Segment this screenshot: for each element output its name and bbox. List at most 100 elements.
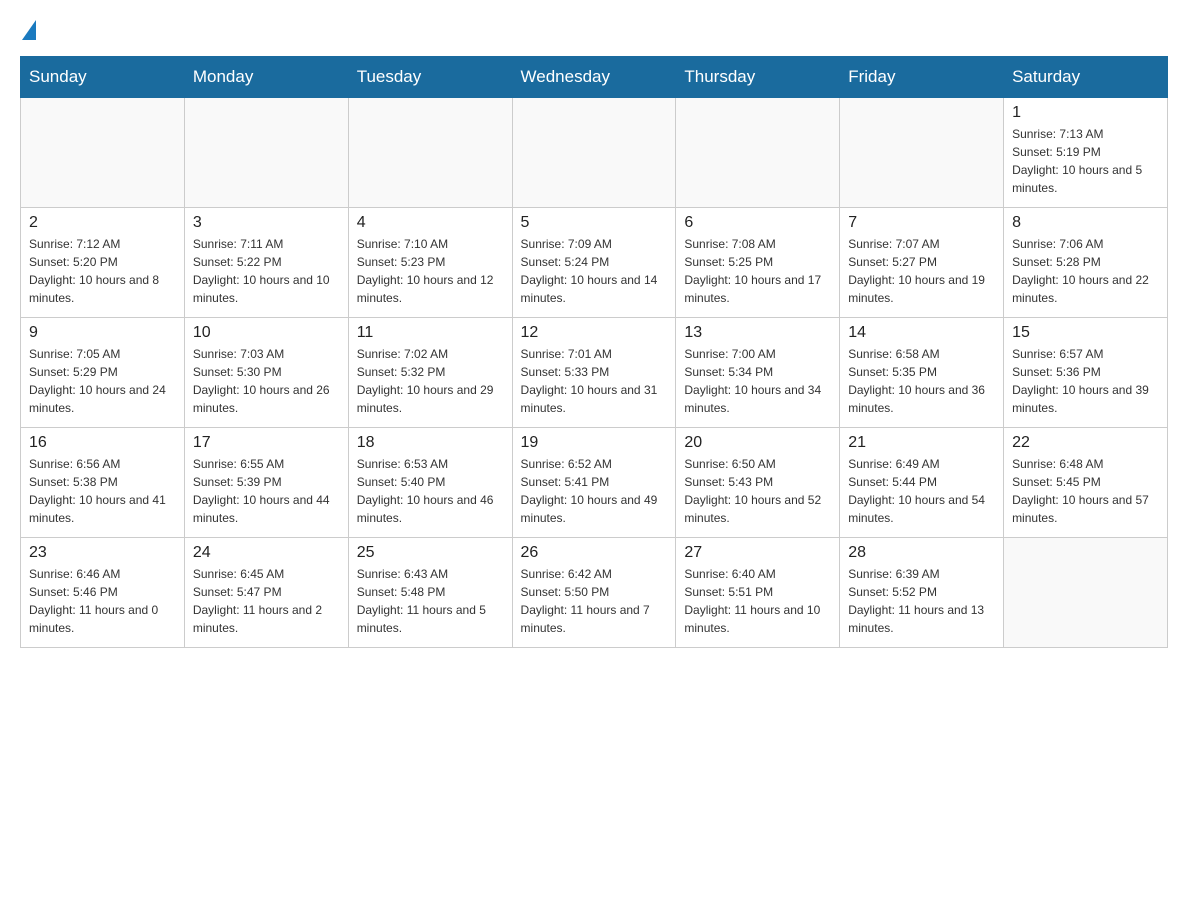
day-info: Sunrise: 6:55 AM Sunset: 5:39 PM Dayligh… bbox=[193, 455, 340, 527]
day-info: Sunrise: 6:56 AM Sunset: 5:38 PM Dayligh… bbox=[29, 455, 176, 527]
day-of-week-header: Friday bbox=[840, 57, 1004, 98]
day-number: 25 bbox=[357, 544, 504, 562]
day-of-week-header: Tuesday bbox=[348, 57, 512, 98]
calendar-day-cell: 7 Sunrise: 7:07 AM Sunset: 5:27 PM Daylig… bbox=[840, 208, 1004, 318]
calendar-day-cell bbox=[1004, 538, 1168, 648]
calendar-day-cell: 17 Sunrise: 6:55 AM Sunset: 5:39 PM Dayli… bbox=[184, 428, 348, 538]
day-number: 7 bbox=[848, 214, 995, 232]
calendar-week-row: 9 Sunrise: 7:05 AM Sunset: 5:29 PM Daylig… bbox=[21, 318, 1168, 428]
day-info: Sunrise: 7:03 AM Sunset: 5:30 PM Dayligh… bbox=[193, 345, 340, 417]
calendar-day-cell: 28 Sunrise: 6:39 AM Sunset: 5:52 PM Dayli… bbox=[840, 538, 1004, 648]
calendar-week-row: 2 Sunrise: 7:12 AM Sunset: 5:20 PM Daylig… bbox=[21, 208, 1168, 318]
day-number: 17 bbox=[193, 434, 340, 452]
calendar-day-cell: 14 Sunrise: 6:58 AM Sunset: 5:35 PM Dayli… bbox=[840, 318, 1004, 428]
day-number: 24 bbox=[193, 544, 340, 562]
calendar-day-cell: 3 Sunrise: 7:11 AM Sunset: 5:22 PM Daylig… bbox=[184, 208, 348, 318]
day-number: 2 bbox=[29, 214, 176, 232]
day-info: Sunrise: 7:10 AM Sunset: 5:23 PM Dayligh… bbox=[357, 235, 504, 307]
calendar-day-cell bbox=[348, 98, 512, 208]
calendar-day-cell bbox=[676, 98, 840, 208]
day-of-week-header: Wednesday bbox=[512, 57, 676, 98]
logo bbox=[20, 20, 36, 46]
day-of-week-header: Sunday bbox=[21, 57, 185, 98]
day-info: Sunrise: 6:42 AM Sunset: 5:50 PM Dayligh… bbox=[521, 565, 668, 637]
day-of-week-header: Saturday bbox=[1004, 57, 1168, 98]
day-info: Sunrise: 6:48 AM Sunset: 5:45 PM Dayligh… bbox=[1012, 455, 1159, 527]
calendar-day-cell: 16 Sunrise: 6:56 AM Sunset: 5:38 PM Dayli… bbox=[21, 428, 185, 538]
day-number: 3 bbox=[193, 214, 340, 232]
day-info: Sunrise: 7:12 AM Sunset: 5:20 PM Dayligh… bbox=[29, 235, 176, 307]
calendar-day-cell bbox=[184, 98, 348, 208]
day-number: 1 bbox=[1012, 104, 1159, 122]
calendar-day-cell: 27 Sunrise: 6:40 AM Sunset: 5:51 PM Dayli… bbox=[676, 538, 840, 648]
day-info: Sunrise: 6:53 AM Sunset: 5:40 PM Dayligh… bbox=[357, 455, 504, 527]
day-info: Sunrise: 7:11 AM Sunset: 5:22 PM Dayligh… bbox=[193, 235, 340, 307]
calendar-day-cell: 13 Sunrise: 7:00 AM Sunset: 5:34 PM Dayli… bbox=[676, 318, 840, 428]
logo-triangle-icon bbox=[22, 20, 36, 40]
calendar-day-cell: 9 Sunrise: 7:05 AM Sunset: 5:29 PM Daylig… bbox=[21, 318, 185, 428]
calendar-day-cell: 21 Sunrise: 6:49 AM Sunset: 5:44 PM Dayli… bbox=[840, 428, 1004, 538]
day-number: 22 bbox=[1012, 434, 1159, 452]
day-number: 10 bbox=[193, 324, 340, 342]
day-info: Sunrise: 6:45 AM Sunset: 5:47 PM Dayligh… bbox=[193, 565, 340, 637]
day-number: 5 bbox=[521, 214, 668, 232]
day-info: Sunrise: 6:49 AM Sunset: 5:44 PM Dayligh… bbox=[848, 455, 995, 527]
calendar-day-cell: 26 Sunrise: 6:42 AM Sunset: 5:50 PM Dayli… bbox=[512, 538, 676, 648]
day-info: Sunrise: 7:09 AM Sunset: 5:24 PM Dayligh… bbox=[521, 235, 668, 307]
day-number: 11 bbox=[357, 324, 504, 342]
day-info: Sunrise: 7:07 AM Sunset: 5:27 PM Dayligh… bbox=[848, 235, 995, 307]
day-info: Sunrise: 6:43 AM Sunset: 5:48 PM Dayligh… bbox=[357, 565, 504, 637]
day-info: Sunrise: 7:05 AM Sunset: 5:29 PM Dayligh… bbox=[29, 345, 176, 417]
day-number: 16 bbox=[29, 434, 176, 452]
calendar-day-cell: 20Sunrise: 6:50 AM Sunset: 5:43 PM Dayli… bbox=[676, 428, 840, 538]
calendar-day-cell: 2 Sunrise: 7:12 AM Sunset: 5:20 PM Daylig… bbox=[21, 208, 185, 318]
day-number: 15 bbox=[1012, 324, 1159, 342]
calendar-day-cell: 23 Sunrise: 6:46 AM Sunset: 5:46 PM Dayli… bbox=[21, 538, 185, 648]
day-number: 23 bbox=[29, 544, 176, 562]
calendar-day-cell: 12Sunrise: 7:01 AM Sunset: 5:33 PM Dayli… bbox=[512, 318, 676, 428]
day-number: 4 bbox=[357, 214, 504, 232]
day-number: 21 bbox=[848, 434, 995, 452]
day-info: Sunrise: 7:13 AM Sunset: 5:19 PM Dayligh… bbox=[1012, 125, 1159, 197]
day-number: 8 bbox=[1012, 214, 1159, 232]
day-info: Sunrise: 7:08 AM Sunset: 5:25 PM Dayligh… bbox=[684, 235, 831, 307]
calendar-day-cell: 19Sunrise: 6:52 AM Sunset: 5:41 PM Dayli… bbox=[512, 428, 676, 538]
day-info: Sunrise: 6:58 AM Sunset: 5:35 PM Dayligh… bbox=[848, 345, 995, 417]
calendar-day-cell: 22 Sunrise: 6:48 AM Sunset: 5:45 PM Dayli… bbox=[1004, 428, 1168, 538]
calendar-day-cell: 24 Sunrise: 6:45 AM Sunset: 5:47 PM Dayli… bbox=[184, 538, 348, 648]
day-info: Sunrise: 6:40 AM Sunset: 5:51 PM Dayligh… bbox=[684, 565, 831, 637]
day-number: 6 bbox=[684, 214, 831, 232]
calendar-day-cell bbox=[21, 98, 185, 208]
calendar-day-cell: 10 Sunrise: 7:03 AM Sunset: 5:30 PM Dayli… bbox=[184, 318, 348, 428]
calendar-day-cell: 11 Sunrise: 7:02 AM Sunset: 5:32 PM Dayli… bbox=[348, 318, 512, 428]
day-number: 18 bbox=[357, 434, 504, 452]
page-header bbox=[20, 20, 1168, 46]
calendar-day-cell: 25 Sunrise: 6:43 AM Sunset: 5:48 PM Dayli… bbox=[348, 538, 512, 648]
day-info: Sunrise: 7:00 AM Sunset: 5:34 PM Dayligh… bbox=[684, 345, 831, 417]
day-number: 27 bbox=[684, 544, 831, 562]
day-number: 13 bbox=[684, 324, 831, 342]
day-number: 26 bbox=[521, 544, 668, 562]
calendar-day-cell bbox=[840, 98, 1004, 208]
calendar-day-cell: 8 Sunrise: 7:06 AM Sunset: 5:28 PM Daylig… bbox=[1004, 208, 1168, 318]
day-number: 14 bbox=[848, 324, 995, 342]
day-info: Sunrise: 7:02 AM Sunset: 5:32 PM Dayligh… bbox=[357, 345, 504, 417]
calendar-week-row: 1 Sunrise: 7:13 AM Sunset: 5:19 PM Daylig… bbox=[21, 98, 1168, 208]
day-number: 28 bbox=[848, 544, 995, 562]
day-info: Sunrise: 6:46 AM Sunset: 5:46 PM Dayligh… bbox=[29, 565, 176, 637]
day-info: Sunrise: 6:57 AM Sunset: 5:36 PM Dayligh… bbox=[1012, 345, 1159, 417]
calendar-day-cell: 15 Sunrise: 6:57 AM Sunset: 5:36 PM Dayli… bbox=[1004, 318, 1168, 428]
calendar-day-cell: 4 Sunrise: 7:10 AM Sunset: 5:23 PM Daylig… bbox=[348, 208, 512, 318]
calendar-day-cell bbox=[512, 98, 676, 208]
day-info: Sunrise: 7:06 AM Sunset: 5:28 PM Dayligh… bbox=[1012, 235, 1159, 307]
day-of-week-header: Thursday bbox=[676, 57, 840, 98]
calendar-week-row: 23 Sunrise: 6:46 AM Sunset: 5:46 PM Dayli… bbox=[21, 538, 1168, 648]
day-number: 9 bbox=[29, 324, 176, 342]
calendar-week-row: 16 Sunrise: 6:56 AM Sunset: 5:38 PM Dayli… bbox=[21, 428, 1168, 538]
calendar-day-cell: 6 Sunrise: 7:08 AM Sunset: 5:25 PM Daylig… bbox=[676, 208, 840, 318]
day-info: Sunrise: 6:39 AM Sunset: 5:52 PM Dayligh… bbox=[848, 565, 995, 637]
calendar-header-row: SundayMondayTuesdayWednesdayThursdayFrid… bbox=[21, 57, 1168, 98]
day-info: Sunrise: 7:01 AM Sunset: 5:33 PM Dayligh… bbox=[521, 345, 668, 417]
calendar-table: SundayMondayTuesdayWednesdayThursdayFrid… bbox=[20, 56, 1168, 648]
calendar-day-cell: 5 Sunrise: 7:09 AM Sunset: 5:24 PM Daylig… bbox=[512, 208, 676, 318]
